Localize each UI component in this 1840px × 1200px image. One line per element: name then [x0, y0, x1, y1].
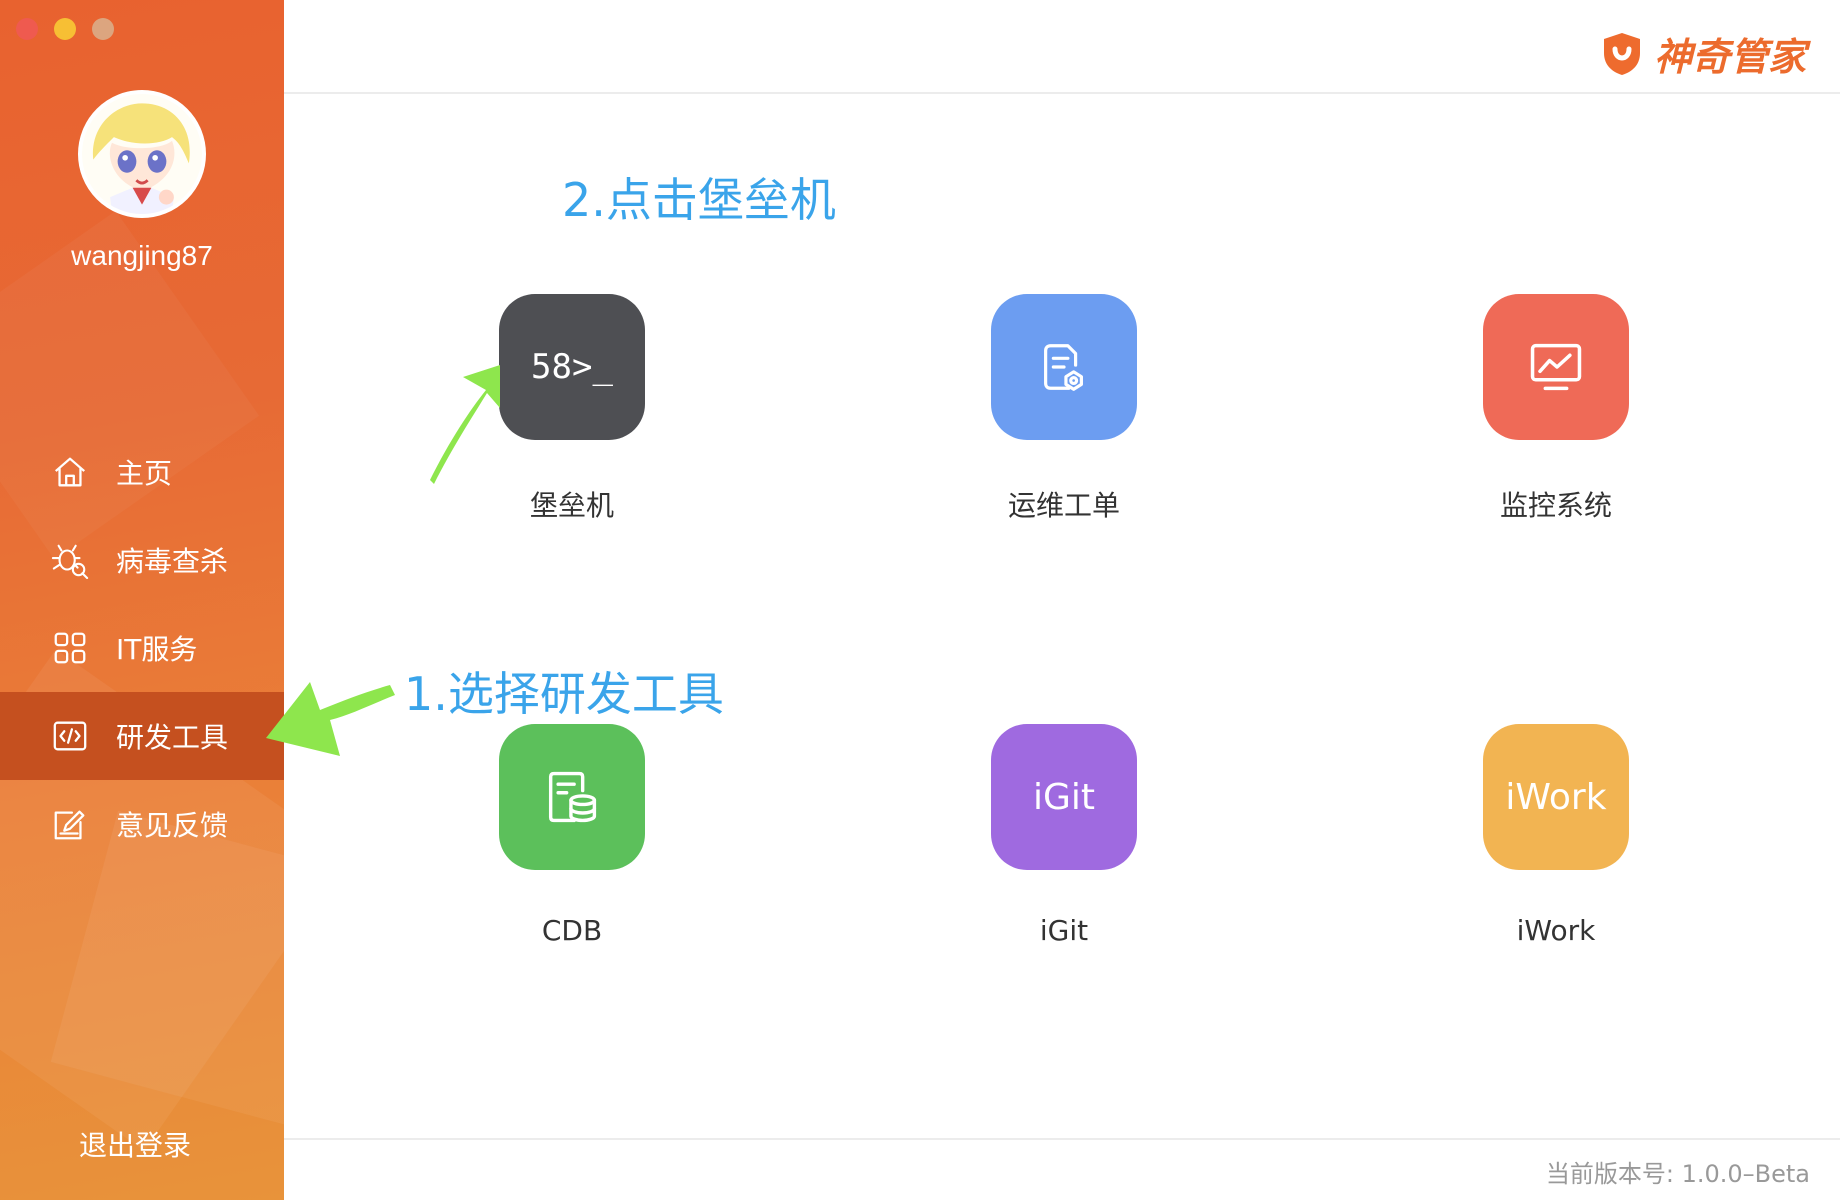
username: wangjing87	[71, 240, 213, 271]
terminal-icon: 58>_	[499, 294, 645, 440]
footer: 当前版本号: 1.0.0–Beta	[284, 1138, 1840, 1200]
sidebar-item-feedback[interactable]: 意见反馈	[0, 780, 284, 868]
brand-logo: 神奇管家	[1600, 26, 1806, 81]
annotation-step-1: 1.选择研发工具	[404, 667, 724, 721]
sidebar-item-label: IT服务	[116, 633, 198, 666]
iwork-icon-text: iWork	[1505, 776, 1607, 818]
sidebar-item-dev-tools[interactable]: 研发工具	[0, 692, 284, 780]
sidebar-item-virus-scan[interactable]: 病毒查杀	[0, 516, 284, 604]
igit-icon-text: iGit	[1032, 776, 1095, 818]
tool-tile-work-order[interactable]: 运维工单	[991, 294, 1137, 522]
anime-avatar-image	[82, 94, 202, 214]
feedback-edit-icon	[50, 804, 90, 844]
tool-label: CDB	[541, 914, 603, 947]
sidebar-item-home[interactable]: 主页	[0, 428, 284, 516]
sidebar-item-label: 意见反馈	[116, 809, 229, 842]
grid-icon	[50, 628, 90, 668]
tool-label: 堡垒机	[529, 489, 614, 522]
tool-tile-monitoring[interactable]: 监控系统	[1483, 294, 1629, 522]
window-close-button[interactable]	[16, 18, 38, 40]
monitor-chart-icon	[1483, 294, 1629, 440]
version-label: 当前版本号: 1.0.0–Beta	[1545, 1160, 1810, 1188]
window-zoom-button[interactable]	[92, 18, 114, 40]
tool-tile-igit[interactable]: iGit iGit	[991, 724, 1137, 947]
tool-tile-bastion[interactable]: 58>_ 堡垒机	[499, 294, 645, 522]
tool-label: 监控系统	[1499, 489, 1612, 522]
tool-tile-iwork[interactable]: iWork iWork	[1483, 724, 1629, 947]
header: 神奇管家	[284, 0, 1840, 94]
sidebar: wangjing87 主页 病毒查杀 IT服务 研发工具 意见反馈 退出登录	[0, 0, 284, 1200]
terminal-icon-text: 58>_	[531, 347, 613, 387]
igit-icon: iGit	[991, 724, 1137, 870]
sidebar-nav: 主页 病毒查杀 IT服务 研发工具 意见反馈	[0, 428, 284, 868]
iwork-icon: iWork	[1483, 724, 1629, 870]
dev-tools-panel: 58>_ 堡垒机 运维工单 监控系统 CDB iGit iGit iWork i…	[284, 96, 1840, 1136]
tool-label: iWork	[1516, 914, 1596, 947]
sidebar-item-label: 病毒查杀	[116, 545, 229, 578]
sidebar-item-label: 主页	[116, 457, 173, 490]
app-window: wangjing87 主页 病毒查杀 IT服务 研发工具 意见反馈 退出登录 神…	[0, 0, 1840, 1200]
annotation-step-2: 2.点击堡垒机	[562, 173, 836, 227]
sidebar-item-it-services[interactable]: IT服务	[0, 604, 284, 692]
code-icon	[50, 716, 90, 756]
database-icon	[499, 724, 645, 870]
tool-tile-cdb[interactable]: CDB	[499, 724, 645, 947]
brand-name: 神奇管家	[1653, 35, 1806, 79]
logout-button[interactable]: 退出登录	[0, 1124, 270, 1164]
sidebar-item-label: 研发工具	[116, 721, 229, 754]
window-minimize-button[interactable]	[54, 18, 76, 40]
tool-label: 运维工单	[1007, 489, 1120, 522]
avatar[interactable]	[78, 90, 206, 218]
home-icon	[50, 452, 90, 492]
work-order-icon	[991, 294, 1137, 440]
tool-label: iGit	[1039, 914, 1089, 947]
window-controls	[16, 18, 114, 40]
virus-scan-icon	[50, 540, 90, 580]
shield-logo-icon	[1603, 32, 1640, 75]
